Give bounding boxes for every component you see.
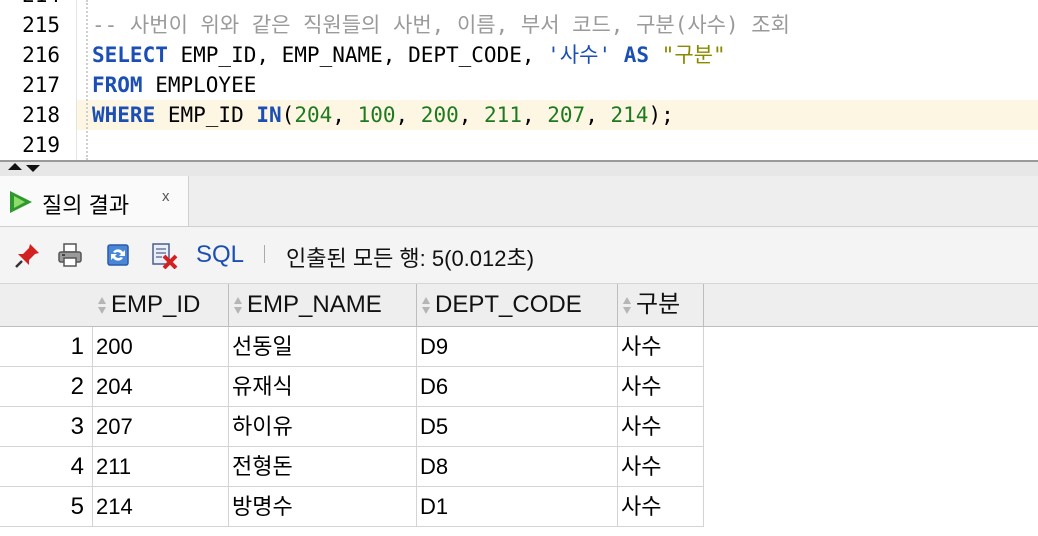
cell-dept-code[interactable]: D1 bbox=[417, 487, 618, 527]
column-header-label: DEPT_CODE bbox=[435, 291, 582, 318]
value-separator: , bbox=[332, 103, 358, 127]
table-row[interactable]: 3 207 하이유 D5 사수 bbox=[0, 407, 704, 447]
column-header-dept-code[interactable]: DEPT_CODE bbox=[417, 284, 618, 326]
cell-gubun[interactable]: 사수 bbox=[618, 367, 704, 407]
line-number: 217 bbox=[22, 73, 60, 97]
keyword-in: IN bbox=[256, 103, 282, 127]
column-header-label: EMP_ID bbox=[111, 291, 201, 318]
tab-query-result[interactable]: 질의 결과 x bbox=[0, 176, 189, 226]
sort-icon[interactable] bbox=[233, 295, 243, 317]
cell-emp-id[interactable]: 200 bbox=[93, 327, 229, 367]
cell-emp-id[interactable]: 214 bbox=[93, 487, 229, 527]
refresh-icon[interactable] bbox=[104, 241, 132, 269]
cell-gubun[interactable]: 사수 bbox=[618, 447, 704, 487]
row-number: 2 bbox=[0, 367, 93, 407]
export-icon[interactable] bbox=[150, 241, 178, 269]
pin-icon[interactable] bbox=[14, 241, 42, 269]
column-header-emp-id[interactable]: EMP_ID bbox=[93, 284, 229, 326]
sort-icon[interactable] bbox=[622, 295, 632, 317]
row-number: 5 bbox=[0, 487, 93, 527]
collapse-up-icon[interactable] bbox=[8, 163, 22, 170]
cell-gubun[interactable]: 사수 bbox=[618, 407, 704, 447]
paren-close: ); bbox=[648, 103, 674, 127]
code-line-comment: -- 사번이 위와 같은 직원들의 사번, 이름, 부서 코드, 구분(사수) … bbox=[92, 13, 790, 37]
fold-guide bbox=[86, 0, 88, 160]
cell-dept-code[interactable]: D9 bbox=[417, 327, 618, 367]
keyword-from: FROM bbox=[92, 73, 143, 97]
result-tab-bar: 질의 결과 x bbox=[0, 176, 1038, 227]
keyword-where: WHERE bbox=[92, 103, 156, 127]
cell-emp-name[interactable]: 유재식 bbox=[229, 367, 417, 407]
cell-emp-id[interactable]: 204 bbox=[93, 367, 229, 407]
column-header-label: 구분 bbox=[636, 291, 681, 318]
tab-label: 질의 결과 bbox=[42, 193, 130, 218]
string-literal: '사수' bbox=[547, 43, 612, 67]
fetch-status: 인출된 모든 행: 5(0.012초) bbox=[286, 246, 535, 271]
row-number: 3 bbox=[0, 407, 93, 447]
keyword-select: SELECT bbox=[92, 43, 168, 67]
line-number: 218 bbox=[22, 103, 60, 127]
code-line-from: FROM EMPLOYEE bbox=[92, 70, 256, 100]
row-number-header bbox=[0, 284, 93, 326]
column-header-label: EMP_NAME bbox=[247, 291, 382, 318]
result-toolbar: SQL 인출된 모든 행: 5(0.012초) bbox=[0, 227, 1038, 284]
close-icon[interactable]: x bbox=[162, 188, 170, 205]
keyword-as: AS bbox=[611, 43, 662, 67]
cell-emp-name[interactable]: 전형돈 bbox=[229, 447, 417, 487]
sql-editor[interactable]: 214 215 216 217 218 219 -- 사번이 위와 같은 직원들… bbox=[0, 0, 1038, 160]
cell-emp-name[interactable]: 방명수 bbox=[229, 487, 417, 527]
line-number: 219 bbox=[22, 133, 60, 157]
value-separator: , bbox=[585, 103, 611, 127]
line-number-gutter: 214 215 216 217 218 219 bbox=[0, 0, 77, 160]
in-value: 204 bbox=[294, 103, 333, 127]
paren-open: ( bbox=[281, 103, 295, 127]
table-row[interactable]: 4 211 전형돈 D8 사수 bbox=[0, 447, 704, 487]
column-header-emp-name[interactable]: EMP_NAME bbox=[229, 284, 417, 326]
collapse-down-icon[interactable] bbox=[26, 165, 40, 172]
row-number: 1 bbox=[0, 327, 93, 367]
row-number: 4 bbox=[0, 447, 93, 487]
value-separator: , bbox=[395, 103, 421, 127]
value-separator: , bbox=[458, 103, 485, 127]
column-alias: "구분" bbox=[661, 43, 726, 67]
line-number: 216 bbox=[22, 43, 60, 67]
code-line-where: WHERE EMP_ID IN(204, 100, 200, 211, 207,… bbox=[92, 100, 674, 130]
table-row[interactable]: 5 214 방명수 D1 사수 bbox=[0, 487, 704, 527]
table-row[interactable]: 1 200 선동일 D9 사수 bbox=[0, 327, 704, 367]
in-value: 211 bbox=[484, 103, 522, 127]
select-columns: EMP_ID, EMP_NAME, DEPT_CODE, bbox=[167, 43, 548, 67]
in-value: 200 bbox=[420, 103, 459, 127]
cell-dept-code[interactable]: D8 bbox=[417, 447, 618, 487]
cell-gubun[interactable]: 사수 bbox=[618, 487, 704, 527]
column-header-gubun[interactable]: 구분 bbox=[618, 284, 704, 326]
value-separator: , bbox=[521, 103, 548, 127]
table-row[interactable]: 2 204 유재식 D6 사수 bbox=[0, 367, 704, 407]
run-icon-highlight bbox=[14, 196, 25, 208]
grid-header: EMP_ID EMP_NAME DEPT_CODE 구분 bbox=[0, 284, 1038, 327]
cell-dept-code[interactable]: D5 bbox=[417, 407, 618, 447]
print-icon[interactable] bbox=[56, 241, 84, 269]
cell-emp-name[interactable]: 선동일 bbox=[229, 327, 417, 367]
cell-emp-id[interactable]: 207 bbox=[93, 407, 229, 447]
sort-icon[interactable] bbox=[421, 295, 431, 317]
in-value: 207 bbox=[547, 103, 586, 127]
line-number: 215 bbox=[22, 13, 60, 37]
in-value: 100 bbox=[357, 103, 396, 127]
cell-dept-code[interactable]: D6 bbox=[417, 367, 618, 407]
where-column: EMP_ID bbox=[155, 103, 257, 127]
cell-gubun[interactable]: 사수 bbox=[618, 327, 704, 367]
in-value: 214 bbox=[610, 103, 649, 127]
toolbar-separator bbox=[264, 245, 265, 263]
sort-icon[interactable] bbox=[97, 295, 107, 317]
sql-button[interactable]: SQL bbox=[196, 241, 244, 269]
line-number: 214 bbox=[22, 0, 60, 10]
cell-emp-name[interactable]: 하이유 bbox=[229, 407, 417, 447]
code-line-select: SELECT EMP_ID, EMP_NAME, DEPT_CODE, '사수'… bbox=[92, 40, 726, 70]
table-name: EMPLOYEE bbox=[142, 73, 257, 97]
result-grid[interactable]: EMP_ID EMP_NAME DEPT_CODE 구분 1 200 선동일 D… bbox=[0, 284, 1038, 536]
cell-emp-id[interactable]: 211 bbox=[93, 447, 229, 487]
